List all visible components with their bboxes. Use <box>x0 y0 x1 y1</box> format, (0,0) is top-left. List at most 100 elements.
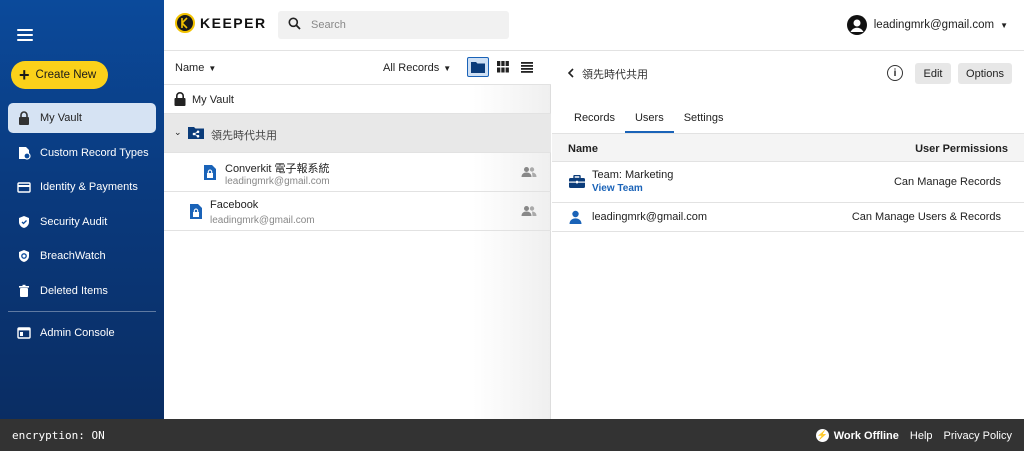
search-input[interactable] <box>311 19 501 31</box>
users-table-header: Name User Permissions <box>552 133 1024 162</box>
shared-users-icon <box>521 205 537 220</box>
folder-title: 領先時代共用 <box>582 69 648 81</box>
tab-records[interactable]: Records <box>564 112 625 133</box>
sidebar-item-custom-record-types[interactable]: Custom Record Types <box>8 138 156 168</box>
grid-icon <box>497 61 509 73</box>
edit-button[interactable]: Edit <box>915 63 951 84</box>
search-box[interactable] <box>278 11 509 39</box>
shared-folder-icon <box>188 126 204 142</box>
record-row[interactable]: Facebook leadingmrk@gmail.com <box>164 192 551 231</box>
lock-icon <box>17 111 31 125</box>
create-new-button[interactable]: + Create New <box>11 61 108 89</box>
list-view-button[interactable] <box>516 57 538 77</box>
tab-users[interactable]: Users <box>624 112 674 133</box>
shared-folder-detail-panel: 領先時代共用 i Edit Options Records Users Sett… <box>552 51 1024 419</box>
sidebar-item-my-vault[interactable]: My Vault <box>8 103 156 133</box>
encryption-status: encryption: ON <box>12 429 105 442</box>
sidebar-item-deleted-items[interactable]: Deleted Items <box>8 276 156 306</box>
grid-view-button[interactable] <box>492 57 514 77</box>
info-icon[interactable]: i <box>887 65 903 81</box>
chevron-down-icon: ▼ <box>443 64 452 73</box>
help-link[interactable]: Help <box>910 430 933 442</box>
record-title: Facebook <box>210 199 259 211</box>
vault-label: My Vault <box>192 94 234 106</box>
account-avatar-icon <box>846 15 867 35</box>
list-toolbar: Name ▼ All Records ▼ <box>164 51 551 85</box>
tab-settings[interactable]: Settings <box>674 112 734 133</box>
view-team-link[interactable]: View Team <box>592 183 643 194</box>
sidebar: + Create New My Vault Custom Record Type… <box>0 0 164 419</box>
keeper-logo-icon <box>175 13 195 33</box>
sidebar-item-label: My Vault <box>40 112 82 124</box>
chevron-down-icon: ▼ <box>1000 20 1008 30</box>
trash-icon <box>17 284 31 298</box>
detail-tabs: Records Users Settings <box>564 112 733 133</box>
logo-text: KEEPER <box>200 15 267 31</box>
create-new-label: Create New <box>35 69 97 81</box>
sidebar-item-label: Security Audit <box>40 216 108 228</box>
plus-icon: + <box>19 65 30 85</box>
top-header: KEEPER leadingmrk@gmail.com ▼ <box>164 0 1024 51</box>
list-icon <box>521 61 533 73</box>
shield-icon <box>17 215 31 229</box>
sidebar-item-security-audit[interactable]: Security Audit <box>8 207 156 237</box>
privacy-policy-link[interactable]: Privacy Policy <box>944 430 1012 442</box>
chevron-down-icon: ▼ <box>208 64 217 73</box>
record-subtitle: leadingmrk@gmail.com <box>225 176 330 187</box>
account-email: leadingmrk@gmail.com <box>873 19 995 31</box>
hamburger-menu-icon[interactable] <box>17 29 33 41</box>
work-offline-label: Work Offline <box>833 429 899 442</box>
console-icon <box>17 326 31 340</box>
user-name: leadingmrk@gmail.com <box>592 211 708 223</box>
user-name: Team: Marketing <box>592 169 674 181</box>
sidebar-item-label: Admin Console <box>40 327 115 339</box>
shared-folder-name: 領先時代共用 <box>211 130 277 142</box>
chevron-down-icon[interactable]: ⌄ <box>174 127 182 138</box>
credit-card-icon <box>17 180 31 194</box>
lightning-icon: ⚡ <box>815 429 829 442</box>
folder-icon <box>471 62 485 73</box>
shared-users-icon <box>521 166 537 181</box>
work-offline-button[interactable]: ⚡ Work Offline <box>815 429 899 442</box>
record-row[interactable]: Converkit 電子報系統 leadingmrk@gmail.com <box>164 153 551 192</box>
sidebar-item-identity-payments[interactable]: Identity & Payments <box>8 172 156 202</box>
table-row[interactable]: leadingmrk@gmail.com Can Manage Users & … <box>552 203 1024 232</box>
team-icon <box>569 174 585 191</box>
footer-links: ⚡ Work Offline Help Privacy Policy <box>805 429 1012 442</box>
record-list-panel: Name ▼ All Records ▼ My Vault ⌄ 領先時代共用 Con <box>164 51 551 419</box>
sidebar-divider <box>8 311 156 312</box>
sort-label: Name <box>175 62 205 74</box>
sidebar-item-label: Custom Record Types <box>40 147 149 159</box>
sidebar-item-breachwatch[interactable]: BreachWatch <box>8 241 156 271</box>
filter-label: All Records <box>383 62 440 74</box>
sort-by-name-dropdown[interactable]: Name ▼ <box>175 62 216 74</box>
shared-folder-row[interactable]: ⌄ 領先時代共用 <box>164 114 551 153</box>
search-icon <box>288 17 301 33</box>
user-icon <box>569 210 582 227</box>
info-icon-glyph: i <box>893 67 897 79</box>
user-permission: Can Manage Records <box>893 176 1001 188</box>
sidebar-item-label: Identity & Payments <box>40 181 138 193</box>
record-lock-icon <box>190 204 202 222</box>
back-button[interactable]: 領先時代共用 <box>567 66 648 82</box>
lock-icon <box>174 92 186 109</box>
keeper-logo: KEEPER <box>175 13 267 33</box>
footer-bar: encryption: ON ⚡ Work Offline Help Priva… <box>0 419 1024 451</box>
sidebar-item-label: BreachWatch <box>40 250 106 262</box>
chevron-left-icon <box>567 67 574 81</box>
record-subtitle: leadingmrk@gmail.com <box>210 215 315 226</box>
document-cog-icon <box>17 146 31 160</box>
records-filter-dropdown[interactable]: All Records ▼ <box>383 62 451 74</box>
column-name: Name <box>568 143 598 155</box>
record-title: Converkit 電子報系統 <box>225 163 330 175</box>
breachwatch-icon <box>17 249 31 263</box>
user-permission: Can Manage Users & Records <box>851 211 1001 223</box>
account-menu[interactable]: leadingmrk@gmail.com ▼ <box>846 15 1008 35</box>
table-row[interactable]: Team: Marketing View Team Can Manage Rec… <box>552 162 1024 203</box>
folder-view-button[interactable] <box>467 57 489 77</box>
column-user-permissions: User Permissions <box>915 143 1008 155</box>
my-vault-row[interactable]: My Vault <box>164 85 551 114</box>
sidebar-item-admin-console[interactable]: Admin Console <box>8 318 156 348</box>
options-button[interactable]: Options <box>958 63 1012 84</box>
sidebar-item-label: Deleted Items <box>40 285 108 297</box>
